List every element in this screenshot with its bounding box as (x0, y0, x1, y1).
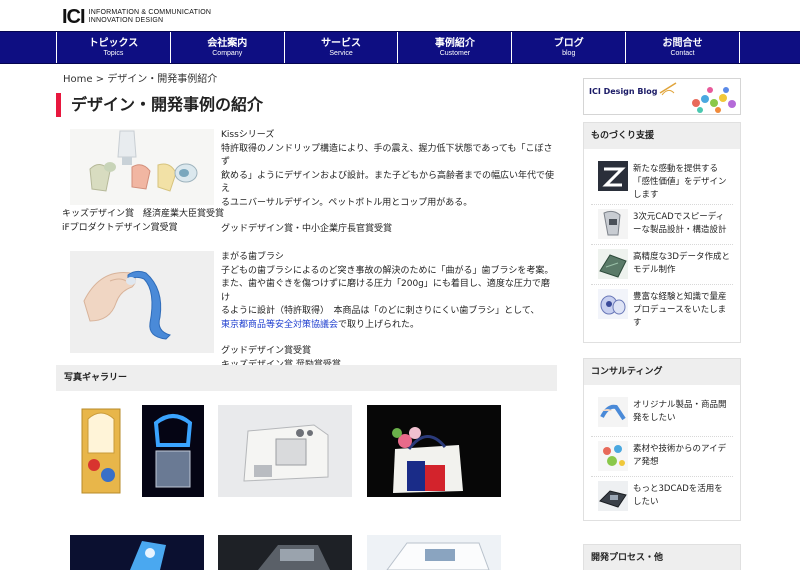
breadcrumb-separator: > (95, 74, 105, 85)
gallery-thumb-5[interactable] (218, 535, 352, 570)
product-kiss-text: Kissシリーズ 特許取得のノンドリップ構造により、手の震え、握力低下状態であっ… (221, 129, 556, 237)
abstract-z-icon (598, 161, 628, 191)
blog-banner[interactable]: ICI Design Blog (583, 78, 741, 115)
gallery-heading: 写真ギャラリー (56, 365, 557, 391)
product-toothbrush: まがる歯ブラシ 子どもの歯ブラシによるのど突き事故の解決のために「曲がる」歯ブラ… (70, 251, 553, 370)
product-kiss-image (70, 129, 214, 205)
idea-icon (598, 441, 628, 471)
nav-company[interactable]: 会社案内 Company (171, 32, 285, 63)
page-title: デザイン・開発事例の紹介 (56, 93, 263, 117)
product-kiss-awards: キッズデザイン賞 経済産業大臣賞受賞 iFプロダクトデザイン賞受賞 (62, 209, 225, 233)
consulting-item-original[interactable]: オリジナル製品・商品開発をしたい (591, 393, 733, 437)
consulting-box: コンサルティング オリジナル製品・商品開発をしたい 素材や技術からのアイデア発想 (583, 358, 741, 521)
monozukuri-item-cad[interactable]: 3次元CADでスピーディーな製品設計・構造設計 (591, 205, 733, 245)
cad-device-icon (598, 209, 628, 239)
nav-topics[interactable]: トピックス Topics (57, 32, 171, 63)
breadcrumb-home[interactable]: Home (63, 74, 93, 85)
site-logo[interactable]: ICI INFORMATION & COMMUNICATION INNOVATIO… (62, 6, 211, 28)
safety-council-link[interactable]: 東京都商品等安全対策協議会 (221, 320, 338, 330)
gallery-thumb-2[interactable] (218, 405, 352, 497)
gallery-thumb-1[interactable] (70, 405, 204, 497)
process-heading: 開発プロセス・他 (584, 545, 740, 570)
logo-mark: ICI (62, 6, 86, 28)
gallery-thumb-4[interactable] (70, 535, 204, 570)
3d-model-icon (598, 249, 628, 279)
nav-customer[interactable]: 事例紹介 Customer (398, 32, 513, 63)
gallery-thumb-3[interactable] (367, 405, 501, 497)
process-box: 開発プロセス・他 (583, 544, 741, 570)
monozukuri-box: ものづくり支援 新たな感動を提供する「感性価値」をデザインします 3次元CADで… (583, 122, 741, 343)
gallery-thumb-6[interactable] (367, 535, 501, 570)
consulting-heading: コンサルティング (584, 359, 740, 385)
product-kiss: Kissシリーズ 特許取得のノンドリップ構造により、手の震え、握力低下状態であっ… (70, 129, 554, 234)
product-kiss-title: Kissシリーズ (221, 130, 275, 140)
breadcrumb: Home > デザイン・開発事例紹介 (63, 70, 217, 85)
consulting-item-3dcad[interactable]: もっと3DCADを活用をしたい (591, 477, 733, 517)
product-toothbrush-title: まがる歯ブラシ (221, 252, 284, 262)
product-toothbrush-text: まがる歯ブラシ 子どもの歯ブラシによるのど突き事故の解決のために「曲がる」歯ブラ… (221, 251, 556, 372)
product-kiss-award: グッドデザイン賞・中小企業庁長官賞受賞 (221, 224, 393, 234)
product-toothbrush-image (70, 251, 214, 353)
breadcrumb-current: デザイン・開発事例紹介 (107, 74, 218, 85)
nav-blog[interactable]: ブログ blog (512, 32, 627, 63)
consulting-item-idea[interactable]: 素材や技術からのアイデア発想 (591, 437, 733, 477)
nav-service[interactable]: サービス Service (285, 32, 399, 63)
cad-icon (598, 481, 628, 511)
logo-text: INFORMATION & COMMUNICATION INNOVATION DE… (88, 9, 212, 24)
monozukuri-heading: ものづくり支援 (584, 123, 740, 149)
main-nav: トピックス Topics 会社案内 Company サービス Service 事例紹介… (0, 31, 800, 64)
product-toothbrush-award-1: グッドデザイン賞受賞 (221, 346, 312, 356)
nav-contact[interactable]: お問合せ Contact (626, 32, 740, 63)
blog-banner-art-icon (659, 82, 736, 113)
product-icon (598, 397, 628, 427)
monozukuri-item-production[interactable]: 豊富な経験と知識で量産プロデュースをいたします (591, 285, 733, 333)
monozukuri-item-kansei[interactable]: 新たな感動を提供する「感性価値」をデザインします (591, 157, 733, 205)
production-icon (598, 289, 628, 319)
monozukuri-item-3d[interactable]: 高精度な3Dデータ作成とモデル制作 (591, 245, 733, 285)
